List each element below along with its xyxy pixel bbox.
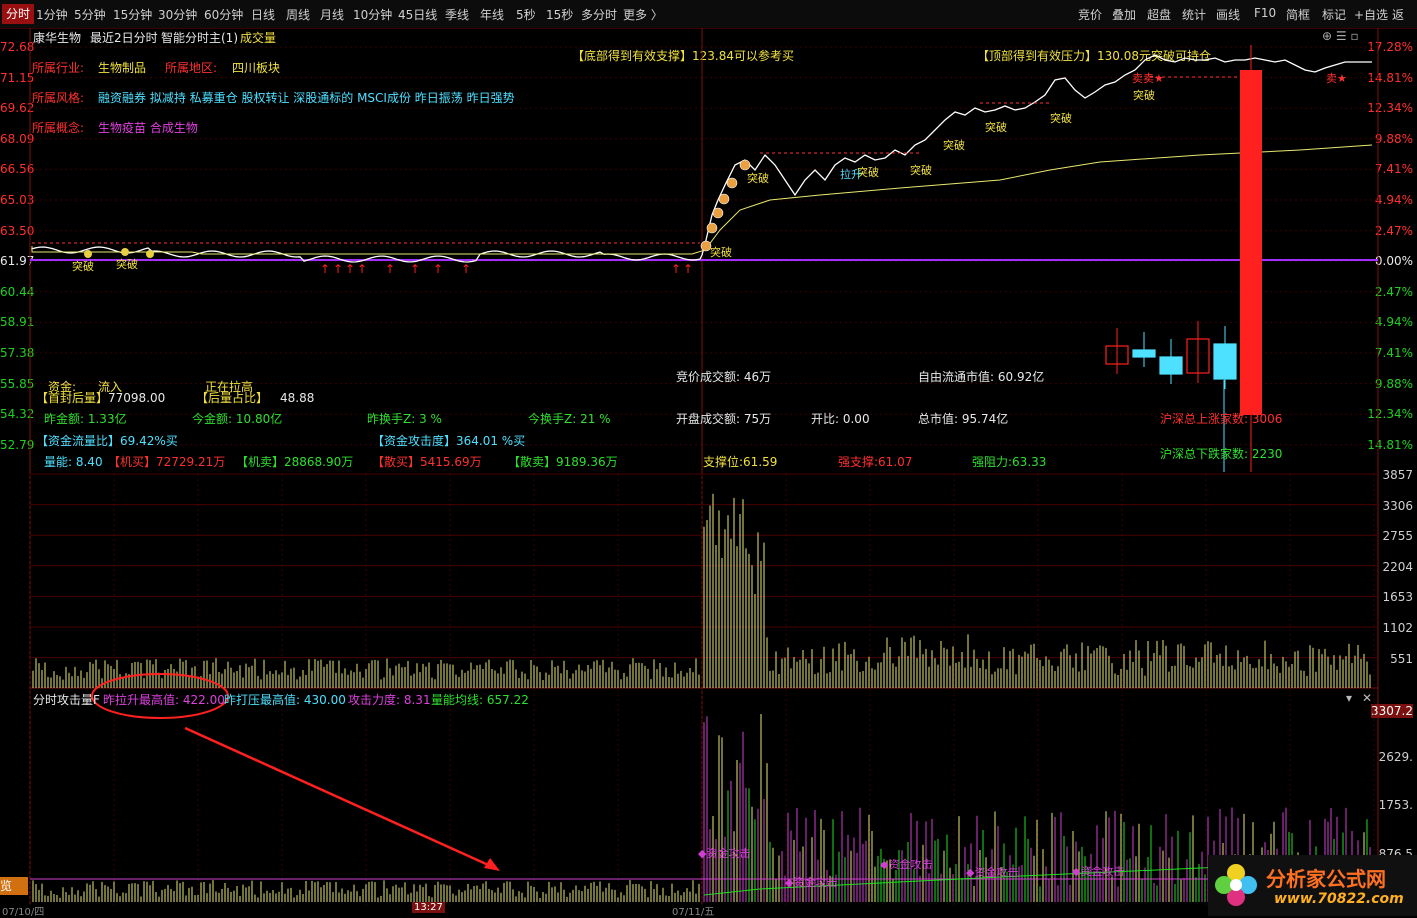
fund-attack-label: ◆资金攻击 bbox=[966, 865, 1018, 879]
total-cap: 总市值: 95.74亿 bbox=[918, 412, 1009, 426]
retail-sell: 【散卖】9189.36万 bbox=[508, 455, 618, 469]
inst-sell: 【机卖】28868.90万 bbox=[236, 455, 354, 469]
arrow-head-icon bbox=[484, 858, 500, 871]
sell-label: 卖卖★ bbox=[1132, 72, 1164, 85]
money-bag-icon bbox=[700, 240, 712, 252]
breakout-label: 突破 bbox=[1050, 111, 1072, 125]
up-arrow-icon: ↑ bbox=[357, 262, 367, 276]
first-seal: 【首封后量】77098.00 bbox=[36, 391, 166, 405]
watermark-logo: 分析家公式网 www.70822.com bbox=[1208, 855, 1417, 916]
strong-support: 强支撑:61.07 bbox=[838, 455, 913, 469]
yesterday-turnover: 昨换手Z: 3 % bbox=[367, 412, 442, 426]
cursor-time: 13:27 bbox=[412, 902, 445, 913]
breakout-label: 突破 bbox=[116, 257, 138, 271]
money-bag-icon bbox=[146, 250, 154, 258]
breakout-label: 突破 bbox=[1133, 88, 1155, 102]
fund-attack-label: ◆资金攻击 bbox=[785, 875, 837, 889]
fund-attack-label: ◆资金攻击 bbox=[698, 846, 750, 860]
candle-body bbox=[1132, 349, 1156, 358]
breakout-label: 突破 bbox=[747, 171, 769, 185]
auction-amount: 竞价成交额: 46万 bbox=[676, 370, 772, 384]
sell-label: 卖★ bbox=[1326, 72, 1347, 85]
inst-buy: 【机买】72729.21万 bbox=[108, 455, 226, 469]
later-ratio: 【后量占比】 48.88 bbox=[196, 391, 315, 405]
support-level: 支撑位:61.59 bbox=[703, 455, 778, 469]
up-count: 沪深总上涨家数: 3006 bbox=[1160, 412, 1283, 426]
open-ratio: 开比: 0.00 bbox=[811, 412, 870, 426]
yesterday-amount: 昨金额: 1.33亿 bbox=[44, 412, 127, 426]
attack-force: 攻击力度: 8.31 bbox=[348, 693, 431, 707]
breakout-label: 突破 bbox=[72, 259, 94, 273]
annotation-arrow bbox=[184, 726, 496, 870]
up-arrow-icon: ↑ bbox=[410, 262, 420, 276]
pull-max: 昨拉升最高值: 422.00 bbox=[103, 693, 225, 707]
logo-text: 分析家公式网 bbox=[1266, 867, 1386, 891]
open-amount: 开盘成交额: 75万 bbox=[676, 412, 772, 426]
down-count: 沪深总下跌家数: 2230 bbox=[1160, 447, 1283, 461]
money-bag-icon bbox=[712, 207, 724, 219]
volume-energy: 量能: 8.40 bbox=[44, 455, 103, 469]
flower-logo-icon bbox=[1212, 861, 1260, 909]
up-arrow-icon: ↑ bbox=[333, 262, 343, 276]
money-bag-icon bbox=[739, 159, 751, 171]
attack-panel-title[interactable]: 分时攻击量F bbox=[33, 691, 100, 708]
strong-resist: 强阻力:63.33 bbox=[972, 455, 1047, 469]
pull-label: 拉升 bbox=[840, 167, 862, 181]
up-arrow-icon: ↑ bbox=[385, 262, 395, 276]
fund-attack-label: ◆资金攻击 bbox=[880, 857, 932, 871]
retail-buy: 【散买】5415.69万 bbox=[372, 455, 482, 469]
up-arrow-icon: ↑ bbox=[671, 262, 681, 276]
collapse-icon[interactable]: ▾ bbox=[1346, 691, 1352, 705]
breakout-label: 突破 bbox=[710, 245, 732, 259]
money-bag-icon bbox=[726, 177, 738, 189]
money-bag-icon bbox=[706, 222, 718, 234]
attack-degree: 【资金攻击度】364.01 %买 bbox=[372, 434, 526, 448]
breakout-label: 突破 bbox=[985, 120, 1007, 134]
avg-line-value: 量能均线: 657.22 bbox=[431, 693, 529, 707]
candle-body bbox=[1159, 356, 1183, 375]
breakout-label: 突破 bbox=[943, 138, 965, 152]
candle-body bbox=[1213, 343, 1237, 380]
today-amount: 今金额: 10.80亿 bbox=[192, 412, 283, 426]
press-max: 昨打压最高值: 430.00 bbox=[224, 693, 346, 707]
breakout-label: 突破 bbox=[910, 163, 932, 177]
up-arrow-icon: ↑ bbox=[345, 262, 355, 276]
side-tab[interactable]: 览 bbox=[0, 877, 28, 895]
logo-url: www.70822.com bbox=[1274, 891, 1404, 907]
big-candle bbox=[1240, 70, 1262, 415]
today-turnover: 今换手Z: 21 % bbox=[528, 412, 611, 426]
money-bag-icon bbox=[718, 193, 730, 205]
flow-ratio: 【资金流量比】69.42%买 bbox=[36, 434, 178, 448]
up-arrow-icon: ↑ bbox=[320, 262, 330, 276]
float-cap: 自由流通市值: 60.92亿 bbox=[918, 370, 1045, 384]
fund-attack-label: ◆资金攻击 bbox=[1072, 864, 1124, 878]
money-bag-icon bbox=[84, 250, 92, 258]
up-arrow-icon: ↑ bbox=[433, 262, 443, 276]
up-arrow-icon: ↑ bbox=[683, 262, 693, 276]
money-bag-icon bbox=[121, 248, 129, 256]
close-icon[interactable]: ✕ bbox=[1362, 691, 1372, 705]
up-arrow-icon: ↑ bbox=[461, 262, 471, 276]
